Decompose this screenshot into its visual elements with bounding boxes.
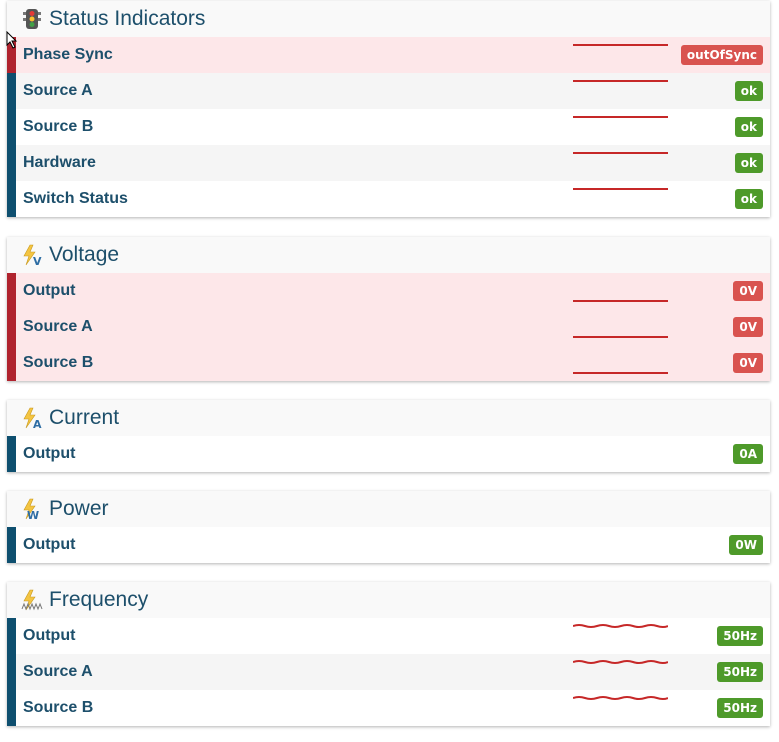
row-label: Output bbox=[23, 445, 76, 462]
frequency-row-output[interactable]: Output 50Hz bbox=[7, 618, 770, 654]
status-row-source-b[interactable]: Source B ok bbox=[7, 109, 770, 145]
panel-title: Current bbox=[49, 406, 120, 429]
mouse-cursor-icon bbox=[6, 31, 18, 49]
panel-header: Status Indicators bbox=[7, 1, 770, 37]
status-indicators-panel: Status Indicators Phase Sync outOfSync S… bbox=[7, 1, 770, 217]
sparkline bbox=[573, 696, 668, 700]
sparkline bbox=[573, 624, 668, 628]
svg-text:V: V bbox=[33, 255, 42, 266]
panel-title: Power bbox=[49, 497, 109, 520]
status-badge: ok bbox=[734, 153, 763, 173]
row-label: Source A bbox=[23, 318, 93, 335]
power-bolt-icon: W bbox=[23, 498, 39, 520]
status-badge: ok bbox=[734, 189, 763, 209]
voltage-bolt-icon: V bbox=[23, 244, 42, 266]
power-row-output[interactable]: Output 0W bbox=[7, 527, 770, 563]
current-row-output[interactable]: Output 0A bbox=[7, 436, 770, 472]
status-row-phase-sync[interactable]: Phase Sync outOfSync bbox=[7, 37, 770, 73]
row-label: Switch Status bbox=[23, 190, 128, 207]
voltage-row-source-a[interactable]: Source A 0V bbox=[7, 309, 770, 345]
status-badge: 50Hz bbox=[717, 626, 763, 646]
row-label: Output bbox=[23, 627, 76, 644]
panel-title: Status Indicators bbox=[49, 7, 206, 30]
svg-text:A: A bbox=[33, 418, 42, 429]
voltage-row-output[interactable]: Output 0V bbox=[7, 273, 770, 309]
status-badge: 0A bbox=[733, 444, 763, 464]
current-panel: A Current Output 0A bbox=[7, 400, 770, 472]
status-badge: 50Hz bbox=[717, 698, 763, 718]
sparkline bbox=[573, 152, 668, 154]
voltage-panel: V Voltage Output 0V Source A 0V Source B… bbox=[7, 237, 770, 381]
row-label: Source B bbox=[23, 699, 94, 716]
row-label: Phase Sync bbox=[23, 46, 113, 63]
frequency-bolt-icon bbox=[21, 589, 43, 611]
panel-title: Frequency bbox=[49, 588, 149, 611]
panel-header: W Power bbox=[7, 491, 770, 527]
sparkline bbox=[573, 80, 668, 82]
row-label: Output bbox=[23, 282, 76, 299]
status-badge: outOfSync bbox=[680, 45, 763, 65]
current-bolt-icon: A bbox=[23, 407, 42, 429]
panel-header: A Current bbox=[7, 400, 770, 436]
status-row-source-a[interactable]: Source A ok bbox=[7, 73, 770, 109]
row-label: Source B bbox=[23, 118, 94, 135]
row-label: Hardware bbox=[23, 154, 96, 171]
svg-text:W: W bbox=[27, 509, 39, 520]
status-badge: 0W bbox=[729, 535, 763, 555]
sparkline bbox=[573, 300, 668, 302]
voltage-row-source-b[interactable]: Source B 0V bbox=[7, 345, 770, 381]
sparkline bbox=[573, 660, 668, 664]
power-panel: W Power Output 0W bbox=[7, 491, 770, 563]
status-badge: 50Hz bbox=[717, 662, 763, 682]
status-badge: 0V bbox=[733, 317, 763, 337]
sparkline bbox=[573, 116, 668, 118]
status-badge: 0V bbox=[733, 353, 763, 373]
sparkline bbox=[573, 44, 668, 46]
status-row-hardware[interactable]: Hardware ok bbox=[7, 145, 770, 181]
row-label: Source A bbox=[23, 663, 93, 680]
sparkline bbox=[573, 188, 668, 190]
panel-header: Frequency bbox=[7, 582, 770, 618]
status-row-switch-status[interactable]: Switch Status ok bbox=[7, 181, 770, 217]
panel-title: Voltage bbox=[49, 243, 120, 266]
frequency-panel: Frequency Output 50Hz Source A 50Hz Sour… bbox=[7, 582, 770, 726]
status-badge: 0V bbox=[733, 281, 763, 301]
frequency-row-source-a[interactable]: Source A 50Hz bbox=[7, 654, 770, 690]
traffic-light-icon bbox=[23, 9, 41, 29]
status-badge: ok bbox=[734, 117, 763, 137]
sparkline bbox=[573, 372, 668, 374]
row-label: Source A bbox=[23, 82, 93, 99]
sparkline bbox=[573, 336, 668, 338]
row-label: Output bbox=[23, 536, 76, 553]
frequency-row-source-b[interactable]: Source B 50Hz bbox=[7, 690, 770, 726]
status-badge: ok bbox=[734, 81, 763, 101]
panel-header: V Voltage bbox=[7, 237, 770, 273]
row-label: Source B bbox=[23, 354, 94, 371]
